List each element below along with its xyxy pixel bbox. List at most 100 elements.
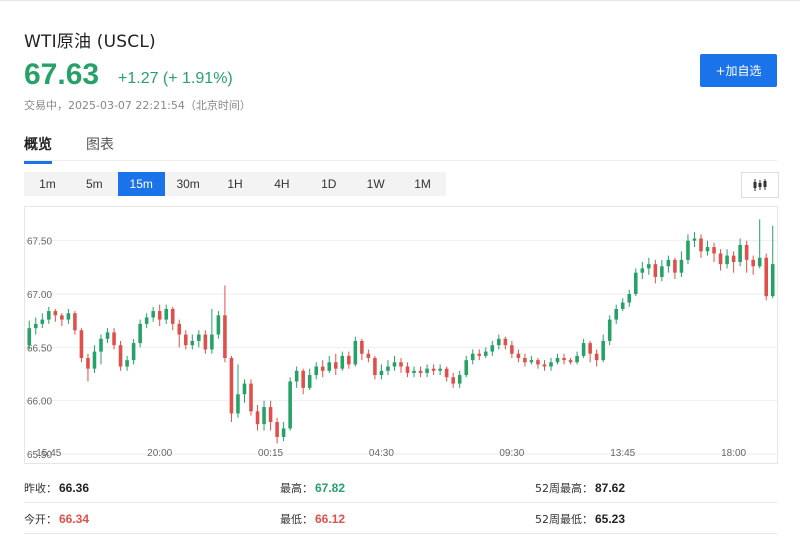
candle-body <box>288 381 292 429</box>
chart-type-button[interactable] <box>741 172 779 198</box>
y-tick-label: 67.00 <box>27 290 52 301</box>
candle-body <box>53 311 58 316</box>
x-tick-label: 13:45 <box>610 448 635 459</box>
day-low: 最低： 66.12 <box>280 512 346 526</box>
candle-body <box>177 323 182 335</box>
candle-body <box>640 268 645 273</box>
candle-body <box>144 317 149 324</box>
candle-body <box>594 353 599 361</box>
candle-body <box>151 311 155 318</box>
candle-body <box>562 358 566 361</box>
candle-body <box>164 308 169 320</box>
candlestick-chart[interactable]: 67.5067.0066.5066.0065.5015:45 20:00 00:15… <box>24 206 778 464</box>
candle-body <box>699 238 703 252</box>
candle-body <box>138 323 142 344</box>
y-tick-label: 66.00 <box>27 397 52 408</box>
candle-body <box>314 366 319 376</box>
interval-1d[interactable]: 1D <box>305 172 352 196</box>
candle-body <box>705 247 710 252</box>
candle-body <box>510 345 514 354</box>
candle-body <box>112 332 116 346</box>
candle-body <box>457 375 462 384</box>
candle-body <box>523 358 527 363</box>
candle-body <box>660 266 664 277</box>
candle-body <box>770 264 775 297</box>
candle-body <box>555 358 560 363</box>
candle-body <box>366 353 371 358</box>
candle-body <box>190 340 195 346</box>
candle-body <box>470 353 475 361</box>
candle-body <box>549 362 553 367</box>
interval-4h[interactable]: 4H <box>258 172 305 196</box>
candle-body <box>464 360 469 376</box>
top-divider <box>0 0 800 1</box>
candle-body <box>33 323 38 329</box>
candle-body <box>281 428 286 437</box>
candle-body <box>653 264 658 277</box>
candle-body <box>157 311 162 320</box>
x-tick-label: 04:30 <box>369 448 394 459</box>
candle-body <box>99 338 103 352</box>
x-tick-label: 18:00 <box>721 448 746 459</box>
interval-15m[interactable]: 15m <box>117 172 165 196</box>
candle-body <box>405 366 410 373</box>
candle-body <box>242 383 247 395</box>
candle-body <box>255 411 260 425</box>
candle-body <box>588 343 592 354</box>
add-to-watchlist-button[interactable]: +加自选 <box>700 54 777 87</box>
candle-body <box>633 272 638 294</box>
candle-body <box>379 370 384 376</box>
x-tick-label: 09:30 <box>499 448 524 459</box>
week52-high: 52周最高： 87.62 <box>535 481 626 495</box>
candle-body <box>73 313 77 331</box>
y-tick-label: 67.50 <box>27 237 52 248</box>
interval-5m[interactable]: 5m <box>71 172 118 196</box>
candle-body <box>340 355 345 369</box>
stats-row: 昨收： 66.36 最高： 67.82 52周最高： 87.62 <box>24 472 777 503</box>
candle-body <box>92 351 97 369</box>
candle-body <box>197 334 201 341</box>
candle-body <box>347 355 351 365</box>
stats-table: 昨收： 66.36 最高： 67.82 52周最高： 87.62 今开： 66.34 最… <box>24 472 777 534</box>
stats-row: 今开： 66.34 最低： 66.12 52周最低： 65.23 <box>24 503 777 534</box>
x-tick-label: 15:45 <box>36 448 61 459</box>
candle-body <box>516 353 521 358</box>
candle-body <box>183 334 188 346</box>
candle-body <box>451 377 455 384</box>
candle-body <box>692 238 697 241</box>
candle-body <box>503 338 508 346</box>
candle-body <box>418 370 423 373</box>
candle-body <box>333 362 338 369</box>
candle-body <box>40 319 45 324</box>
candle-body <box>673 259 677 273</box>
candle-body <box>568 360 573 363</box>
interval-30m[interactable]: 30m <box>165 172 212 196</box>
interval-1m[interactable]: 1m <box>24 172 71 196</box>
candle-body <box>536 360 540 365</box>
interval-1mo[interactable]: 1M <box>399 172 446 196</box>
candle-body <box>412 370 416 373</box>
candle-body <box>301 370 305 388</box>
candle-body <box>170 308 175 324</box>
candle-body <box>79 330 84 358</box>
candle-body <box>731 255 736 262</box>
interval-1w[interactable]: 1W <box>352 172 399 196</box>
candle-body <box>751 259 755 267</box>
instrument-title: WTI原油 (USCL) <box>24 32 156 52</box>
interval-1h[interactable]: 1H <box>212 172 259 196</box>
candle-body <box>431 368 436 371</box>
candle-body <box>399 362 403 367</box>
candle-body <box>686 240 690 260</box>
candle-body <box>307 375 312 388</box>
candle-body <box>353 340 358 365</box>
candle-body <box>27 328 32 346</box>
candle-body <box>614 308 619 320</box>
candle-body <box>249 383 253 412</box>
candle-body <box>60 315 64 320</box>
candle-body <box>373 358 377 376</box>
candle-body <box>320 366 325 371</box>
day-high: 最高： 67.82 <box>280 481 346 495</box>
tabs-divider <box>24 160 777 161</box>
candle-body <box>216 315 221 335</box>
candle-body <box>268 407 273 422</box>
